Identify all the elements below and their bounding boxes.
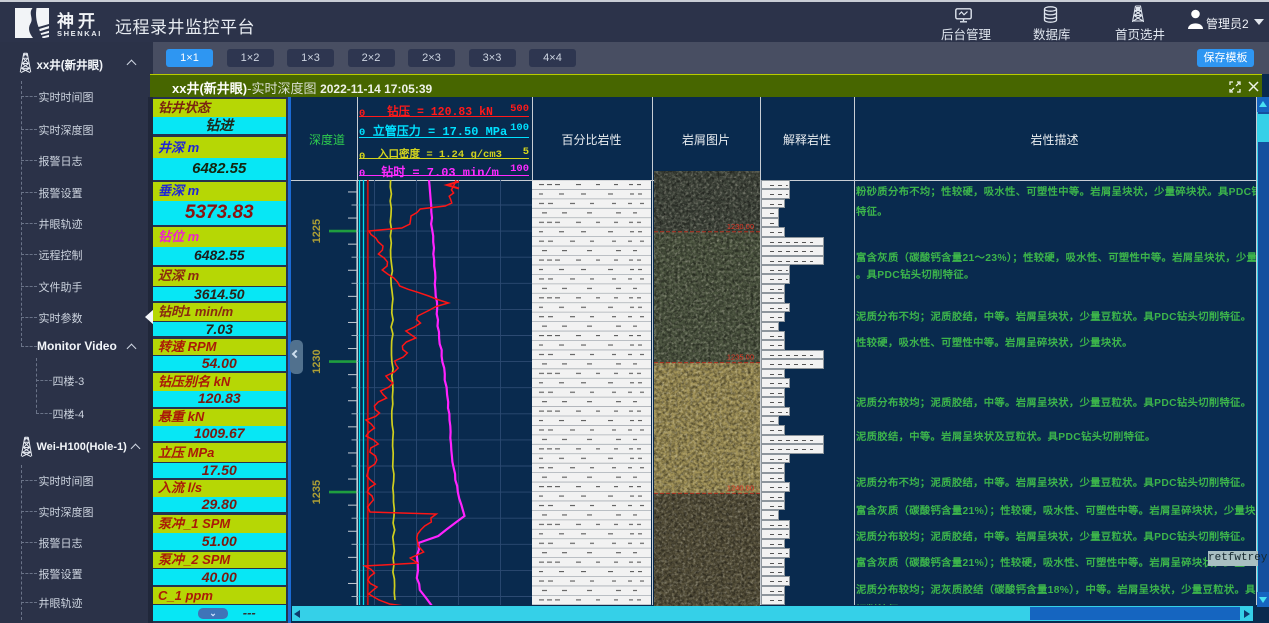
svg-text:1230.00: 1230.00 <box>726 221 753 230</box>
svg-text:1240.00: 1240.00 <box>726 483 753 492</box>
svg-text:1235: 1235 <box>311 480 323 504</box>
svg-text:1230: 1230 <box>311 349 323 373</box>
svg-text:1225: 1225 <box>311 219 323 243</box>
svg-text:1235.00: 1235.00 <box>726 352 753 361</box>
